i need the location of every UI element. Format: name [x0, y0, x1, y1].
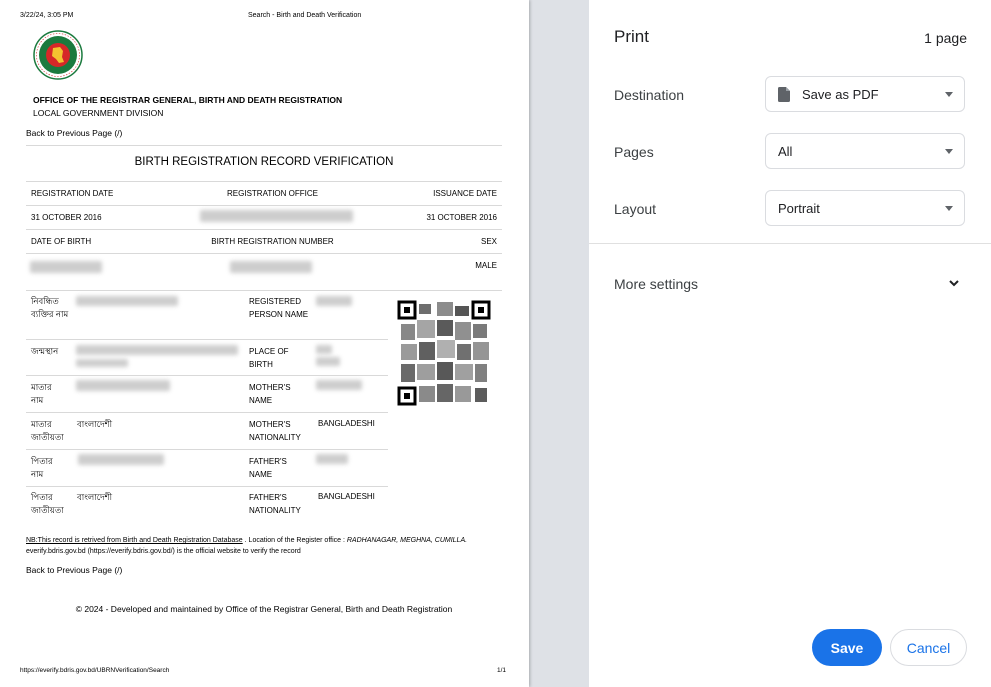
row-divider — [26, 339, 388, 340]
destination-label: Destination — [614, 87, 685, 103]
row-divider — [26, 449, 388, 450]
nb-note-mid: . Location of the Register office : — [244, 537, 345, 544]
row-divider — [26, 375, 388, 376]
detail-bn-label-father-nationality: পিতার জাতীয়তা — [31, 492, 64, 515]
detail-bn-label-birth-place: জন্মস্থান — [31, 346, 59, 356]
issuance-date-value: 31 OCTOBER 2016 — [426, 213, 497, 222]
detail-bn-label-father-name: পিতার নাম — [31, 456, 53, 479]
divider — [26, 181, 502, 182]
redacted-bn-mother-name — [76, 380, 170, 391]
header-issuance-date: ISSUANCE DATE — [433, 189, 497, 198]
detail-en-label-mother-nationality: MOTHER'S NATIONALITY — [249, 420, 301, 442]
document-icon — [778, 86, 790, 102]
row-divider — [26, 412, 388, 413]
redacted-en-birth-place-line2 — [316, 357, 340, 366]
divider — [26, 205, 502, 206]
page-header-date: 3/22/24, 3:05 PM — [20, 12, 74, 19]
more-settings-toggle[interactable]: More settings — [614, 276, 698, 292]
nb-note: NB:This record is retrived from Birth an… — [26, 535, 502, 557]
registration-date-value: 31 OCTOBER 2016 — [31, 213, 102, 222]
redacted-registration-office — [200, 210, 353, 222]
header-date-of-birth: DATE OF BIRTH — [31, 237, 92, 246]
detail-en-label-birth-place: PLACE OF BIRTH — [249, 347, 289, 369]
header-registration-office: REGISTRATION OFFICE — [227, 189, 318, 198]
redacted-en-father-name — [316, 454, 348, 464]
divider — [26, 229, 502, 230]
detail-bn-label-mother-name: মাতার নাম — [31, 382, 52, 405]
office-subtitle: LOCAL GOVERNMENT DIVISION — [33, 108, 164, 118]
redacted-en-birth-place — [316, 345, 332, 354]
detail-bn-label-mother-nationality: মাতার জাতীয়তা — [31, 419, 64, 442]
redacted-date-of-birth — [30, 261, 102, 273]
page-count: 1 page — [924, 30, 967, 46]
preview-page: 3/22/24, 3:05 PM Search - Birth and Deat… — [0, 0, 529, 687]
pages-value: All — [778, 143, 793, 159]
save-button[interactable]: Save — [812, 629, 882, 666]
header-birth-registration-number: BIRTH REGISTRATION NUMBER — [211, 237, 334, 246]
header-sex: SEX — [480, 237, 497, 246]
divider — [26, 145, 502, 146]
mother-nationality-bn-value: বাংলাদেশী — [77, 419, 112, 429]
nb-note-end: everify.bdris.gov.bd (https://everify.bd… — [26, 548, 301, 555]
mother-nationality-en-value: BANGLADESHI — [318, 419, 375, 428]
print-title: Print — [614, 27, 649, 46]
chevron-down-icon[interactable] — [948, 278, 960, 288]
page-footer-number: 1/1 — [497, 667, 507, 674]
print-settings-panel: Print 1 page Destination Save as PDF Pag… — [589, 0, 991, 687]
destination-select[interactable]: Save as PDF — [765, 76, 965, 112]
page-header-title: Search - Birth and Death Verification — [248, 12, 362, 19]
pages-label: Pages — [614, 144, 654, 160]
divider — [26, 253, 502, 254]
row-divider — [26, 486, 388, 487]
nb-note-location: RADHANAGAR, MEGHNA, CUMILLA. — [346, 537, 468, 544]
redacted-en-mother-name — [316, 380, 362, 390]
copyright-text: © 2024 - Developed and maintained by Off… — [75, 604, 453, 614]
redacted-bn-name — [76, 296, 178, 306]
redacted-registration-number — [230, 261, 312, 273]
nb-note-link[interactable]: NB:This record is retrived from Birth an… — [26, 537, 243, 544]
detail-en-label-father-name: FATHER'S NAME — [249, 457, 287, 479]
detail-bn-label-registered-name: নিবন্ধিত ব্যক্তির নাম — [31, 296, 69, 319]
dropdown-caret-icon — [945, 91, 953, 97]
detail-en-label-father-nationality: FATHER'S NATIONALITY — [249, 493, 301, 515]
sex-value: MALE — [475, 261, 497, 270]
cancel-button[interactable]: Cancel — [890, 629, 967, 666]
dropdown-caret-icon — [945, 148, 953, 154]
back-link-bottom[interactable]: Back to Previous Page (/) — [26, 565, 122, 575]
redacted-bn-birth-place — [76, 345, 238, 355]
government-seal-logo — [33, 30, 83, 80]
back-link-top[interactable]: Back to Previous Page (/) — [26, 128, 122, 138]
print-preview-area: 3/22/24, 3:05 PM Search - Birth and Deat… — [0, 0, 589, 687]
redacted-bn-birth-place-line2 — [76, 359, 128, 367]
layout-label: Layout — [614, 201, 657, 217]
office-title: OFFICE OF THE REGISTRAR GENERAL, BIRTH A… — [33, 95, 343, 105]
header-registration-date: REGISTRATION DATE — [31, 189, 114, 198]
detail-en-label-registered-name: REGISTERED PERSON NAME — [249, 297, 309, 319]
divider — [26, 290, 502, 291]
redacted-bn-father-name — [78, 454, 164, 465]
settings-divider — [589, 243, 991, 244]
layout-select[interactable]: Portrait — [765, 190, 965, 226]
record-title: BIRTH REGISTRATION RECORD VERIFICATION — [134, 156, 394, 168]
pages-select[interactable]: All — [765, 133, 965, 169]
father-nationality-bn-value: বাংলাদেশী — [77, 492, 112, 502]
father-nationality-en-value: BANGLADESHI — [318, 492, 375, 501]
detail-en-label-mother-name: MOTHER'S NAME — [249, 383, 291, 405]
qr-code-image — [397, 300, 491, 406]
layout-value: Portrait — [778, 200, 820, 216]
destination-value: Save as PDF — [802, 86, 879, 102]
redacted-en-name — [316, 296, 352, 306]
page-footer-url: https://everify.bdris.gov.bd/UBRNVerific… — [20, 667, 170, 674]
dropdown-caret-icon — [945, 205, 953, 211]
